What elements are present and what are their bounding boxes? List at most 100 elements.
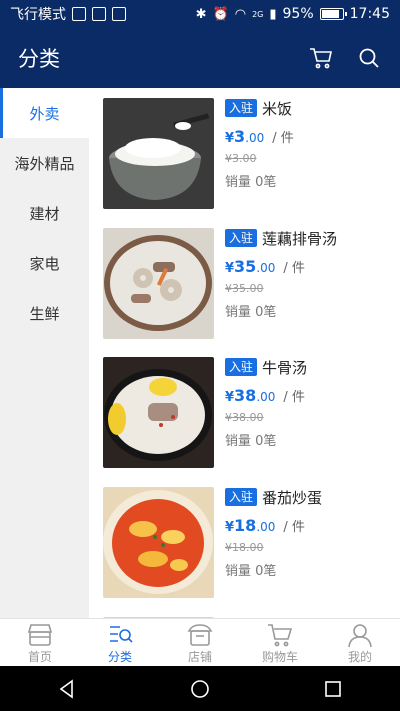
- category-takeout[interactable]: 外卖: [0, 88, 89, 138]
- category-label: 生鲜: [29, 304, 60, 323]
- price-row: ¥18.00 / 件: [225, 516, 394, 535]
- price-integer: 3: [234, 127, 246, 146]
- product-item[interactable]: 入驻 牛骨汤 ¥38.00 / 件 ¥38.00 销量 0笔: [89, 347, 400, 468]
- user-icon: [348, 624, 372, 648]
- category-label: 建材: [29, 204, 60, 223]
- page-title: 分类: [18, 47, 60, 71]
- product-name: 莲藕排骨汤: [262, 229, 338, 248]
- product-item-partial[interactable]: [89, 607, 400, 618]
- product-name: 米饭: [262, 99, 293, 118]
- battery-icon: [319, 8, 347, 20]
- category-fresh[interactable]: 生鲜: [0, 288, 89, 338]
- category-appliances[interactable]: 家电: [0, 238, 89, 288]
- header-actions: [308, 45, 382, 71]
- product-list: 入驻 米饭 ¥3.00 / 件 ¥3.00 销量 0笔 入驻 莲藕排骨汤 ¥35…: [89, 88, 400, 618]
- image-icon: [112, 7, 126, 21]
- settled-badge: 入驻: [225, 99, 258, 117]
- status-bar: 飞行模式 ✱ ⏰ ◠ 2G ▮ 95% 17:45: [0, 0, 400, 28]
- currency-symbol: ¥: [225, 131, 235, 146]
- settled-badge: 入驻: [225, 358, 258, 376]
- network-label: 2G: [252, 9, 264, 19]
- original-price: ¥38.00: [225, 411, 264, 424]
- product-info: 入驻 番茄炒蛋 ¥18.00 / 件 ¥18.00 销量 0笔: [225, 487, 394, 579]
- notification-icon-2: [92, 7, 106, 21]
- price-integer: 35: [234, 257, 257, 276]
- status-left: 飞行模式: [10, 4, 126, 24]
- alarm-icon: ⏰: [212, 6, 229, 22]
- tab-label: 我的: [347, 650, 372, 664]
- category-icon: [110, 626, 133, 643]
- original-price: ¥35.00: [225, 282, 264, 295]
- product-item[interactable]: 入驻 番茄炒蛋 ¥18.00 / 件 ¥18.00 销量 0笔: [89, 477, 400, 598]
- product-name: 番茄炒蛋: [262, 488, 323, 507]
- price-decimal: .00: [256, 261, 276, 275]
- back-icon[interactable]: [56, 678, 78, 700]
- product-image-rice: [103, 98, 214, 209]
- price-decimal: .00: [256, 520, 276, 534]
- cart-icon: [268, 624, 293, 647]
- price-integer: 38: [234, 386, 257, 405]
- settled-badge: 入驻: [225, 488, 258, 506]
- product-price: ¥3.00: [225, 127, 264, 146]
- tab-store[interactable]: 店铺: [160, 619, 240, 666]
- sales-count: 销量 0笔: [225, 175, 277, 190]
- bottom-tab-bar: 首页 分类 店铺 购物车 我的: [0, 618, 400, 666]
- airplane-mode-label: 飞行模式: [10, 7, 66, 23]
- tab-label: 分类: [107, 650, 132, 664]
- tab-cart[interactable]: 购物车: [240, 619, 320, 666]
- product-price: ¥18.00: [225, 516, 275, 535]
- product-info: 入驻 牛骨汤 ¥38.00 / 件 ¥38.00 销量 0笔: [225, 357, 394, 449]
- category-label: 海外精品: [14, 154, 75, 173]
- price-decimal: .00: [245, 131, 265, 145]
- tab-label: 购物车: [261, 650, 298, 664]
- price-row: ¥3.00 / 件: [225, 127, 394, 146]
- product-name: 牛骨汤: [262, 358, 308, 377]
- product-info: 入驻 米饭 ¥3.00 / 件 ¥3.00 销量 0笔: [225, 98, 394, 190]
- product-price: ¥38.00: [225, 386, 275, 405]
- tab-home[interactable]: 首页: [0, 619, 80, 666]
- category-label: 家电: [29, 254, 60, 273]
- currency-symbol: ¥: [225, 520, 235, 535]
- currency-symbol: ¥: [225, 390, 235, 405]
- wifi-icon: ◠: [234, 6, 247, 22]
- app-header: 分类: [0, 28, 400, 88]
- product-image-tomato-egg: [103, 487, 214, 598]
- tab-label: 首页: [27, 650, 52, 664]
- price-row: ¥38.00 / 件: [225, 386, 394, 405]
- sales-count: 销量 0笔: [225, 564, 277, 579]
- category-building-materials[interactable]: 建材: [0, 188, 89, 238]
- product-image-beef-bone-soup: [103, 357, 214, 468]
- price-row: ¥35.00 / 件: [225, 257, 394, 276]
- product-title-row: 入驻 番茄炒蛋: [225, 487, 394, 507]
- original-price: ¥3.00: [225, 152, 257, 165]
- status-time: 17:45: [349, 6, 390, 22]
- tab-label: 店铺: [187, 650, 212, 664]
- product-item[interactable]: 入驻 米饭 ¥3.00 / 件 ¥3.00 销量 0笔: [89, 88, 400, 209]
- product-image-lotus-rib-soup: [103, 228, 214, 339]
- product-price: ¥35.00: [225, 257, 275, 276]
- battery-percent: 95%: [282, 6, 314, 22]
- recents-icon[interactable]: [322, 678, 344, 700]
- tab-mine[interactable]: 我的: [320, 619, 400, 666]
- home-icon[interactable]: [189, 678, 211, 700]
- search-icon[interactable]: [356, 45, 382, 71]
- settled-badge: 入驻: [225, 229, 258, 247]
- sales-count: 销量 0笔: [225, 434, 277, 449]
- category-overseas[interactable]: 海外精品: [0, 138, 89, 188]
- product-title-row: 入驻 莲藕排骨汤: [225, 228, 394, 248]
- sales-count: 销量 0笔: [225, 305, 277, 320]
- price-integer: 18: [234, 516, 257, 535]
- price-unit: / 件: [272, 131, 294, 146]
- currency-symbol: ¥: [225, 261, 235, 276]
- product-title-row: 入驻 牛骨汤: [225, 357, 394, 377]
- price-decimal: .00: [256, 390, 276, 404]
- cart-icon[interactable]: [308, 45, 334, 71]
- price-unit: / 件: [283, 390, 305, 405]
- store-icon: [187, 624, 213, 646]
- category-label: 外卖: [29, 104, 60, 123]
- product-info: 入驻 莲藕排骨汤 ¥35.00 / 件 ¥35.00 销量 0笔: [225, 228, 394, 320]
- system-nav-bar: [0, 666, 400, 711]
- price-unit: / 件: [283, 261, 305, 276]
- tab-category[interactable]: 分类: [80, 619, 160, 666]
- product-item[interactable]: 入驻 莲藕排骨汤 ¥35.00 / 件 ¥35.00 销量 0笔: [89, 218, 400, 339]
